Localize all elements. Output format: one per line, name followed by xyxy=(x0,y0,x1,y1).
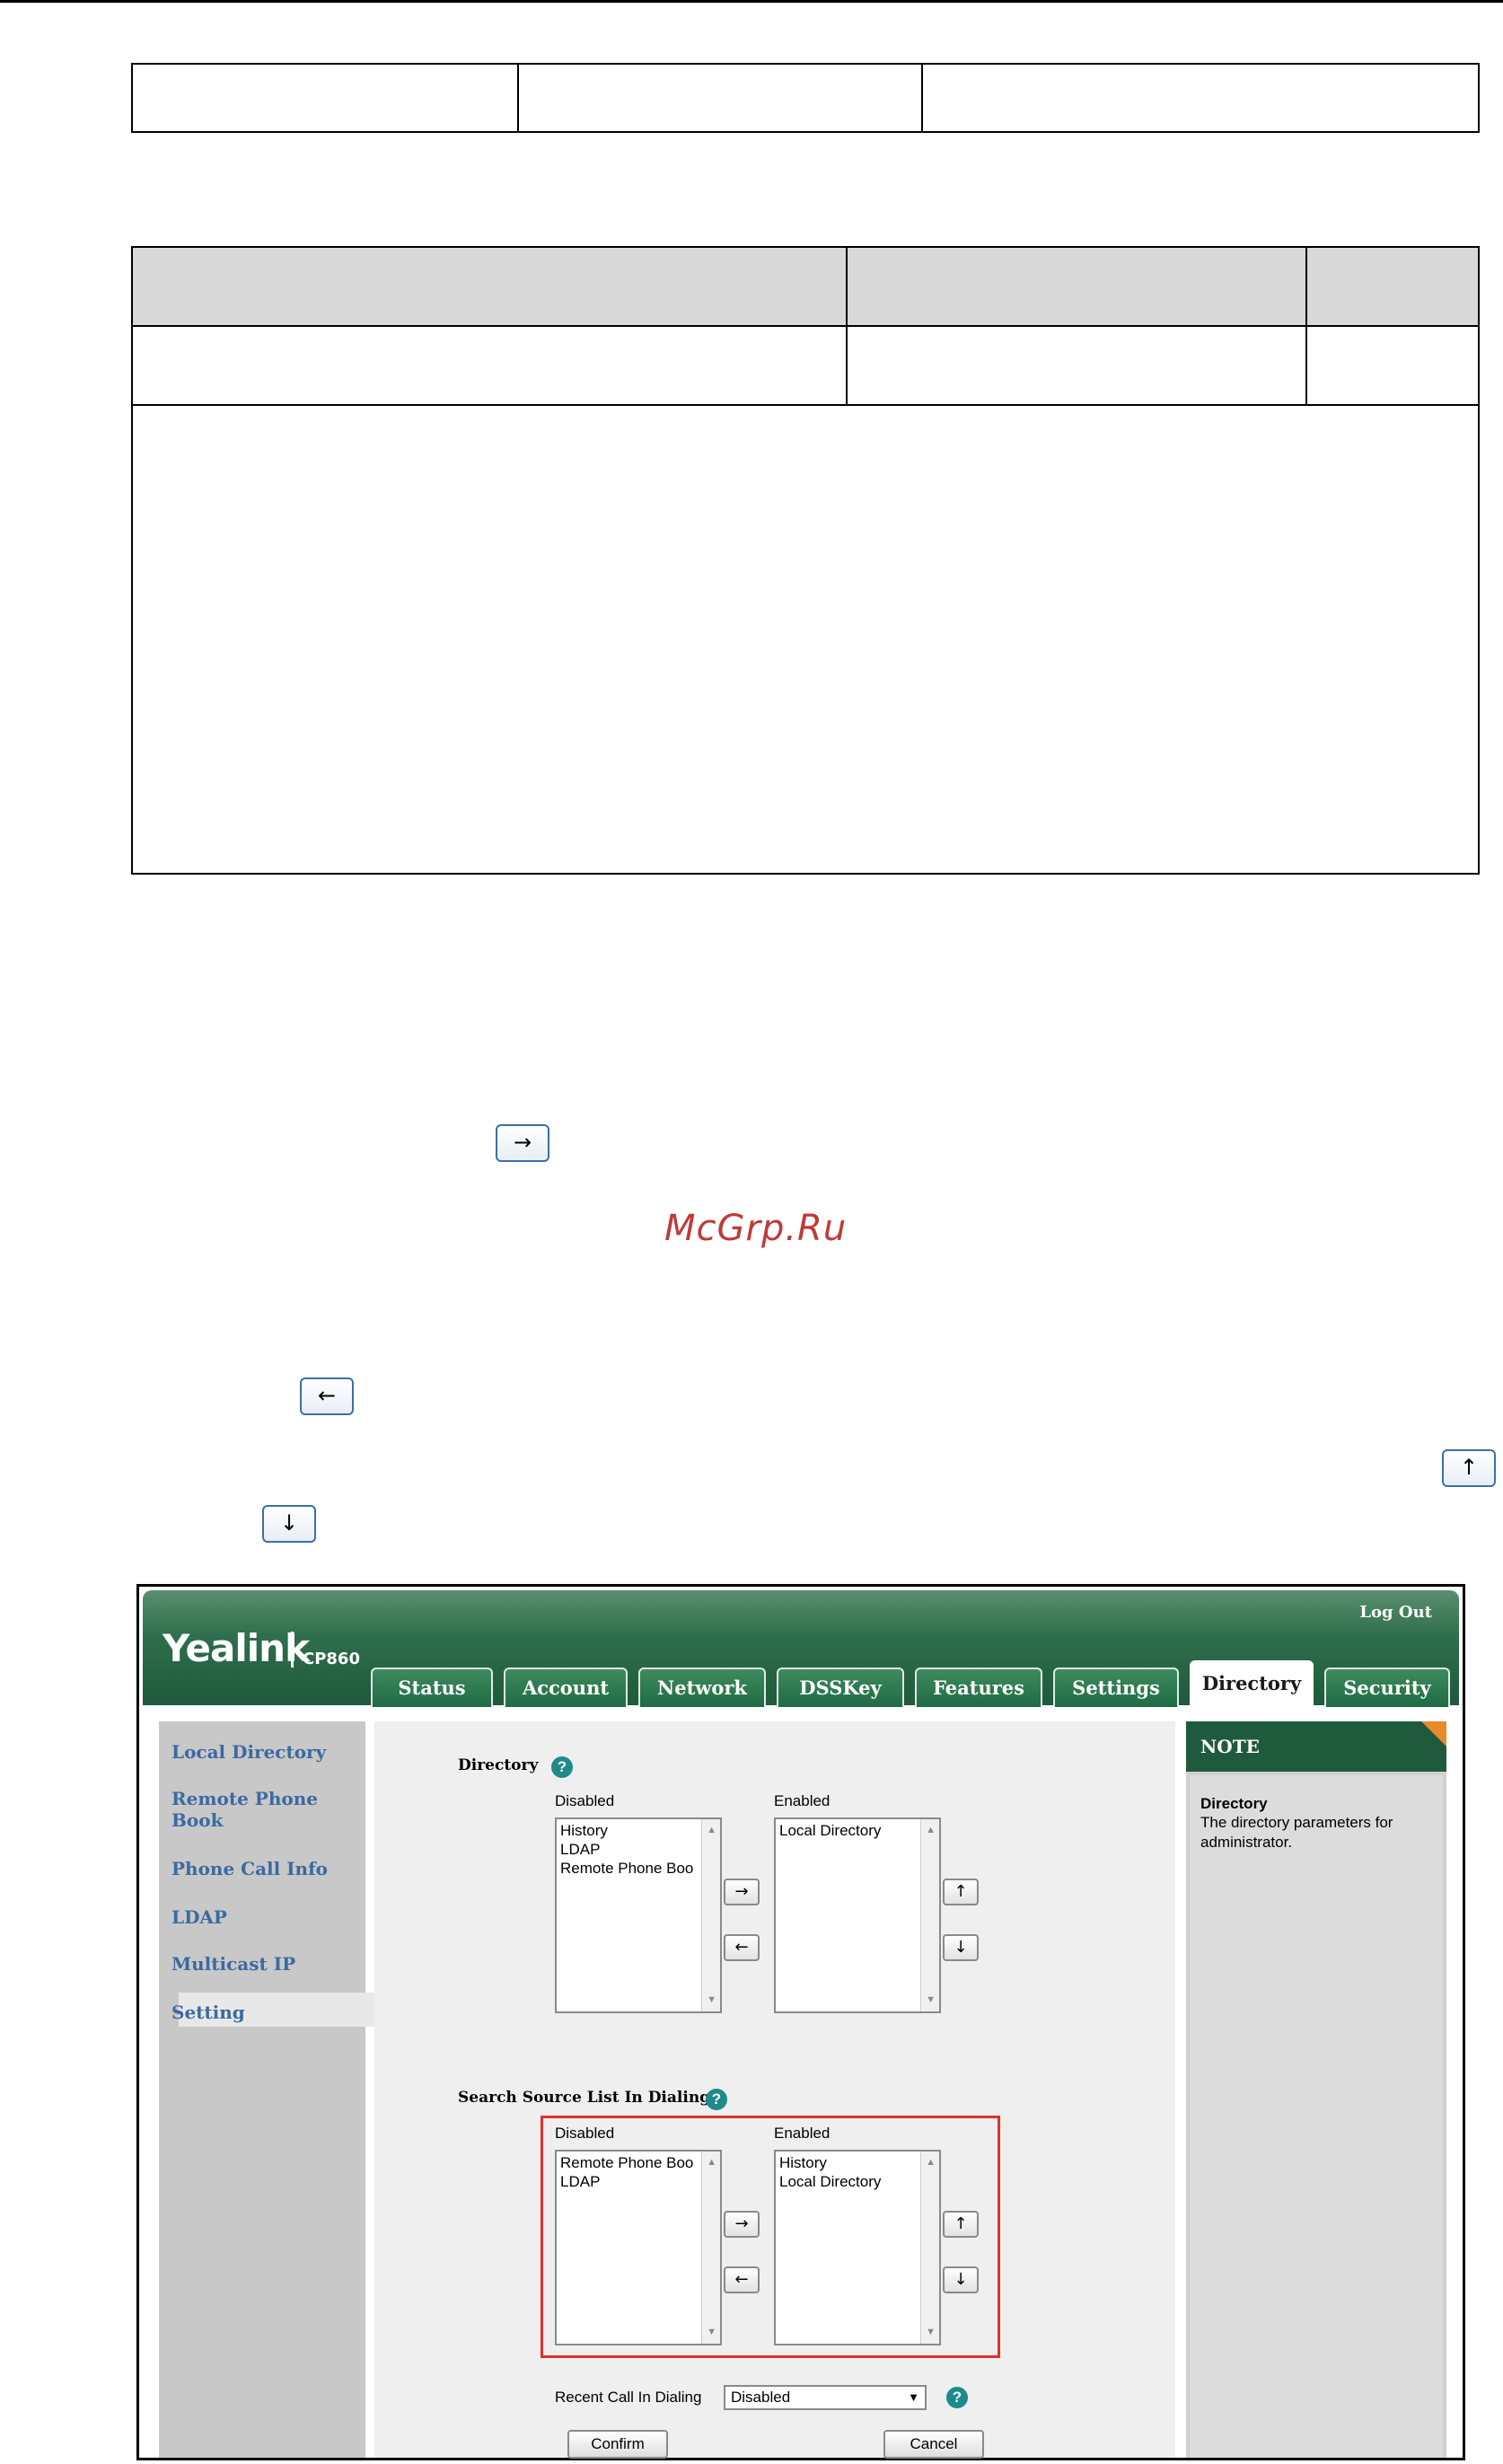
help-icon[interactable]: ? xyxy=(551,1756,573,1778)
table-cell xyxy=(921,63,1480,133)
table-cell xyxy=(1305,325,1480,406)
scrollbar[interactable]: ▲ ▼ xyxy=(701,2152,720,2344)
sidebar-item-local-directory[interactable]: Local Directory xyxy=(171,1741,342,1763)
scroll-down-icon[interactable]: ▼ xyxy=(926,2323,936,2342)
scroll-down-icon[interactable]: ▼ xyxy=(707,1991,716,2010)
search-enabled-list[interactable]: History Local Directory ▲ ▼ xyxy=(774,2150,941,2345)
directory-disabled-label: Disabled xyxy=(555,1792,615,1809)
move-up-button[interactable]: ↑ xyxy=(943,2211,979,2238)
logo-separator xyxy=(291,1632,294,1668)
recent-call-label: Recent Call In Dialing xyxy=(555,2389,702,2406)
directory-title: Directory xyxy=(458,1756,539,1774)
list-item[interactable]: Local Directory xyxy=(779,2172,939,2191)
directory-enabled-list[interactable]: Local Directory ▲ ▼ xyxy=(774,1817,941,2013)
search-disabled-list[interactable]: Remote Phone Boo LDAP ▲ ▼ xyxy=(555,2150,722,2345)
table-header-cell xyxy=(846,246,1307,327)
scroll-up-icon[interactable]: ▲ xyxy=(926,2153,936,2172)
table-cell xyxy=(846,325,1307,406)
list-item[interactable]: Remote Phone Boo xyxy=(560,2153,720,2172)
tab-network[interactable]: Network xyxy=(638,1668,766,1707)
recent-call-value: Disabled xyxy=(731,2389,791,2406)
scrollbar[interactable]: ▲ ▼ xyxy=(920,2152,939,2344)
confirm-button[interactable]: Confirm xyxy=(567,2430,668,2459)
tab-features[interactable]: Features xyxy=(915,1668,1042,1707)
page-top-rule xyxy=(0,0,1503,3)
logout-link[interactable]: Log Out xyxy=(1359,1603,1432,1622)
note-body xyxy=(1190,1775,1443,2458)
note-text: The directory parameters for administrat… xyxy=(1200,1814,1393,1851)
sidebar-item-multicast-ip[interactable]: Multicast IP xyxy=(171,1953,342,1975)
search-source-title: Search Source List In Dialing xyxy=(458,2089,711,2107)
scroll-up-icon[interactable]: ▲ xyxy=(926,1821,936,1840)
tab-security[interactable]: Security xyxy=(1324,1668,1450,1707)
chevron-down-icon[interactable]: ▼ xyxy=(908,2387,919,2408)
note-panel: NOTE Directory The directory parameters … xyxy=(1186,1721,1446,2458)
model-label: CP860 xyxy=(303,1650,360,1668)
up-arrow-key-icon: ↑ xyxy=(1442,1449,1496,1487)
list-item[interactable]: History xyxy=(779,2153,939,2172)
doc-table-parameter xyxy=(131,246,1480,875)
list-item[interactable]: LDAP xyxy=(560,1840,720,1859)
help-icon[interactable]: ? xyxy=(946,2387,968,2408)
table-header-cell xyxy=(131,246,848,327)
scroll-down-icon[interactable]: ▼ xyxy=(926,1991,936,2010)
tab-account[interactable]: Account xyxy=(504,1668,628,1707)
ui-header: Yealink CP860 Log Out Status Account Net… xyxy=(143,1590,1459,1709)
move-right-button[interactable]: → xyxy=(724,1879,760,1905)
sidebar-item-phone-call-info[interactable]: Phone Call Info xyxy=(171,1858,342,1879)
sidebar-item-setting[interactable]: Setting xyxy=(171,2002,342,2023)
move-left-button[interactable]: ← xyxy=(724,2266,760,2293)
tab-status[interactable]: Status xyxy=(371,1668,493,1707)
directory-disabled-list[interactable]: History LDAP Remote Phone Boo ▲ ▼ xyxy=(555,1817,722,2013)
left-arrow-key-icon: ← xyxy=(300,1377,354,1415)
table-header-cell xyxy=(1305,246,1480,327)
table-cell xyxy=(131,63,519,133)
move-up-button[interactable]: ↑ xyxy=(943,1879,979,1905)
note-corner-icon xyxy=(1421,1721,1446,1747)
table-cell xyxy=(131,325,848,406)
note-header: NOTE xyxy=(1186,1721,1446,1772)
list-item[interactable]: LDAP xyxy=(560,2172,720,2191)
doc-table-top xyxy=(131,63,1480,133)
scrollbar[interactable]: ▲ ▼ xyxy=(920,1819,939,2011)
tab-dsskey[interactable]: DSSKey xyxy=(777,1668,904,1707)
recent-call-select[interactable]: Disabled ▼ xyxy=(724,2385,927,2410)
scroll-down-icon[interactable]: ▼ xyxy=(707,2323,716,2342)
list-item[interactable]: Local Directory xyxy=(779,1821,939,1840)
yealink-logo: Yealink xyxy=(163,1626,310,1670)
scrollbar[interactable]: ▲ ▼ xyxy=(701,1819,720,2011)
watermark: McGrp.Ru xyxy=(664,1208,848,1249)
table-description-cell xyxy=(131,404,1480,875)
help-icon[interactable]: ? xyxy=(706,2089,727,2110)
search-enabled-label: Enabled xyxy=(774,2125,831,2142)
sidebar-item-remote-phone-book[interactable]: Remote Phone Book xyxy=(171,1788,342,1831)
move-down-button[interactable]: ↓ xyxy=(943,2266,979,2293)
scroll-up-icon[interactable]: ▲ xyxy=(707,1821,716,1840)
tab-settings[interactable]: Settings xyxy=(1053,1668,1179,1707)
move-right-button[interactable]: → xyxy=(724,2211,760,2238)
cancel-button[interactable]: Cancel xyxy=(883,2430,984,2459)
list-item[interactable]: History xyxy=(560,1821,720,1840)
table-cell xyxy=(517,63,923,133)
right-arrow-key-icon: → xyxy=(496,1124,549,1162)
down-arrow-key-icon: ↓ xyxy=(262,1505,316,1543)
directory-enabled-label: Enabled xyxy=(774,1792,831,1809)
move-down-button[interactable]: ↓ xyxy=(943,1934,979,1961)
tab-directory[interactable]: Directory xyxy=(1190,1660,1314,1709)
sidebar xyxy=(159,1721,365,2458)
sidebar-item-ldap[interactable]: LDAP xyxy=(171,1906,342,1928)
list-item[interactable]: Remote Phone Boo xyxy=(560,1859,720,1878)
note-title: Directory xyxy=(1200,1795,1268,1812)
search-disabled-label: Disabled xyxy=(555,2125,615,2142)
scroll-up-icon[interactable]: ▲ xyxy=(707,2153,716,2172)
move-left-button[interactable]: ← xyxy=(724,1934,760,1961)
